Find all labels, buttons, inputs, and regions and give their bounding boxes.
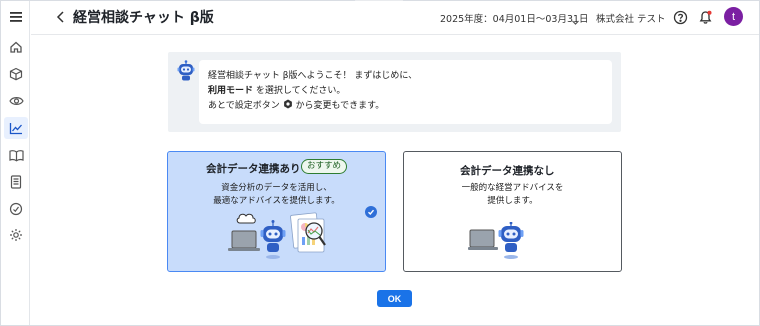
option-card-without-accounting[interactable]: 会計データ連携なし 一般的な経営アドバイスを 提供します。 <box>403 151 622 272</box>
bell-icon[interactable] <box>697 9 713 25</box>
robot-icon <box>176 60 196 82</box>
fiscal-period-selector[interactable]: 2025年度：04月01日〜03月31日 <box>440 11 589 25</box>
settings-icon[interactable] <box>7 226 25 244</box>
ok-button[interactable]: OK <box>377 290 412 307</box>
sidebar <box>1 1 30 325</box>
settings-gear-icon <box>283 99 293 109</box>
check-icon <box>365 206 377 218</box>
menu-icon[interactable] <box>7 8 25 26</box>
recommended-badge: おすすめ <box>301 159 348 174</box>
option-desc-1: 資金分析のデータを活用し、 <box>221 183 332 193</box>
option-card-with-accounting[interactable]: 会計データ連携あり おすすめ 資金分析のデータを活用し、 最適なアドバイスを提供… <box>167 151 386 272</box>
company-name[interactable]: 株式会社 テスト <box>596 11 666 25</box>
robot-analysis-illustration <box>226 209 338 265</box>
chat-line-2-rest: を選択してください。 <box>253 86 346 96</box>
option-desc-2: 最適なアドバイスを提供します。 <box>213 196 340 206</box>
robot-laptop-illustration <box>468 221 534 262</box>
chat-bubble: 経営相談チャット β版へようこそ！ まずはじめに、 利用モード を選択してくださ… <box>199 60 612 124</box>
avatar[interactable]: t <box>724 7 743 26</box>
option-desc-2: 提供します。 <box>487 196 538 206</box>
chat-line-2: 利用モード を選択してください。 <box>208 84 612 99</box>
chevron-down-icon[interactable] <box>571 12 580 25</box>
home-icon[interactable] <box>7 38 25 56</box>
badge-icon[interactable] <box>7 200 25 218</box>
option-title: 会計データ連携なし <box>460 165 555 177</box>
option-desc-1: 一般的な経営アドバイスを <box>461 183 564 193</box>
document-icon[interactable] <box>7 173 25 191</box>
back-arrow-icon[interactable] <box>53 9 69 25</box>
chat-line-3-a: あとで設定ボタン <box>208 101 283 111</box>
help-icon[interactable] <box>672 9 688 25</box>
app-header: 経営相談チャット β版 2025年度：04月01日〜03月31日 株式会社 テス… <box>31 1 759 35</box>
mode-label: 利用モード <box>208 86 254 96</box>
chat-line-3-b: から変更もできます。 <box>292 101 385 111</box>
box-icon[interactable] <box>7 65 25 83</box>
eye-icon[interactable] <box>7 92 25 110</box>
chat-line-1: 経営相談チャット β版へようこそ！ まずはじめに、 <box>208 71 418 81</box>
option-title: 会計データ連携あり <box>206 163 301 175</box>
book-icon[interactable] <box>7 146 25 164</box>
chat-line-3: あとで設定ボタン から変更もできます。 <box>208 99 612 114</box>
page-title: 経営相談チャット β版 <box>73 10 214 26</box>
chart-icon[interactable] <box>4 117 28 139</box>
